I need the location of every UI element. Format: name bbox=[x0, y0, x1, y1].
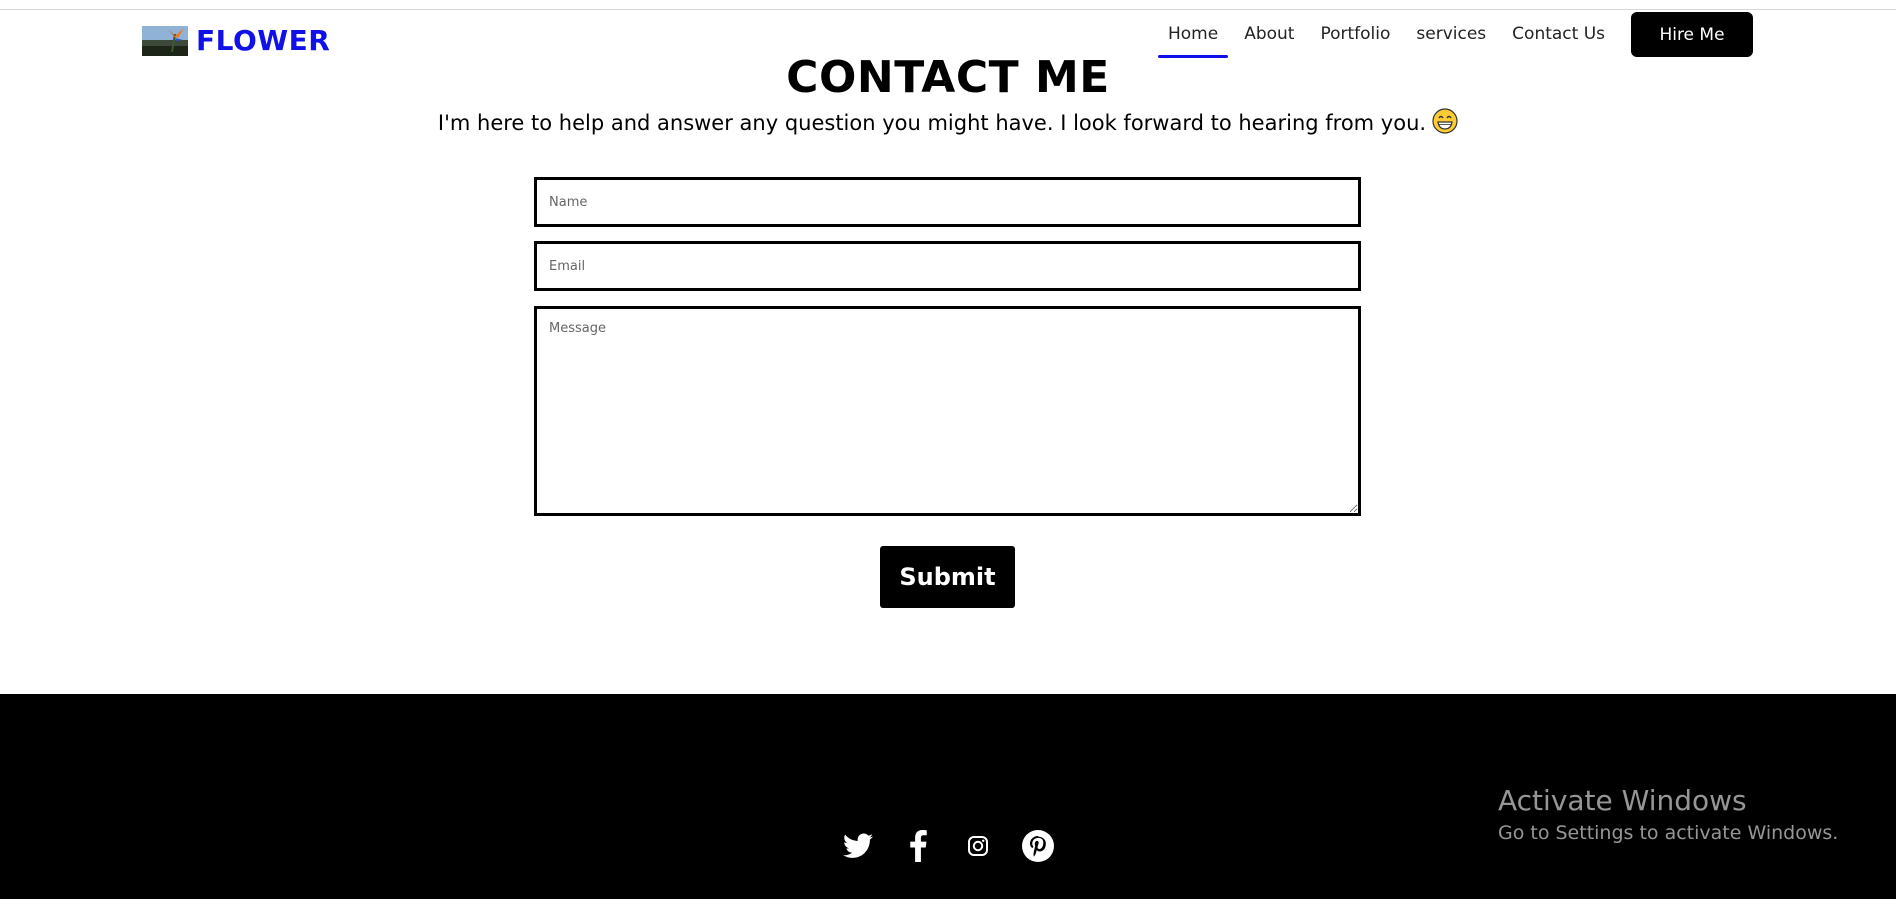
flower-logo-image bbox=[142, 25, 188, 56]
nav-home[interactable]: Home bbox=[1158, 22, 1229, 58]
facebook-icon[interactable] bbox=[888, 824, 948, 868]
email-input[interactable] bbox=[534, 241, 1361, 291]
instagram-icon[interactable] bbox=[948, 824, 1008, 868]
nav-portfolio[interactable]: Portfolio bbox=[1310, 22, 1400, 56]
contact-title: CONTACT ME bbox=[786, 52, 1110, 103]
submit-button[interactable]: Submit bbox=[880, 546, 1015, 608]
nav-services[interactable]: services bbox=[1406, 22, 1496, 56]
name-input[interactable] bbox=[534, 177, 1361, 227]
nav-contact-us[interactable]: Contact Us bbox=[1502, 22, 1615, 56]
message-textarea[interactable] bbox=[534, 306, 1361, 516]
watermark-line-2: Go to Settings to activate Windows. bbox=[1498, 822, 1839, 844]
twitter-icon[interactable] bbox=[828, 824, 888, 868]
hire-me-button[interactable]: Hire Me bbox=[1631, 12, 1753, 57]
watermark-line-1: Activate Windows bbox=[1498, 784, 1747, 817]
main-nav: Home About Portfolio services Contact Us bbox=[1158, 22, 1615, 58]
contact-subtitle: I'm here to help and answer any question… bbox=[0, 108, 1896, 139]
pinterest-icon[interactable] bbox=[1008, 824, 1068, 868]
grinning-face-emoji-icon bbox=[1432, 108, 1458, 139]
windows-activation-watermark: Activate Windows Go to Settings to activ… bbox=[1498, 783, 1838, 847]
contact-subtitle-text: I'm here to help and answer any question… bbox=[437, 111, 1427, 135]
nav-about[interactable]: About bbox=[1234, 22, 1304, 56]
